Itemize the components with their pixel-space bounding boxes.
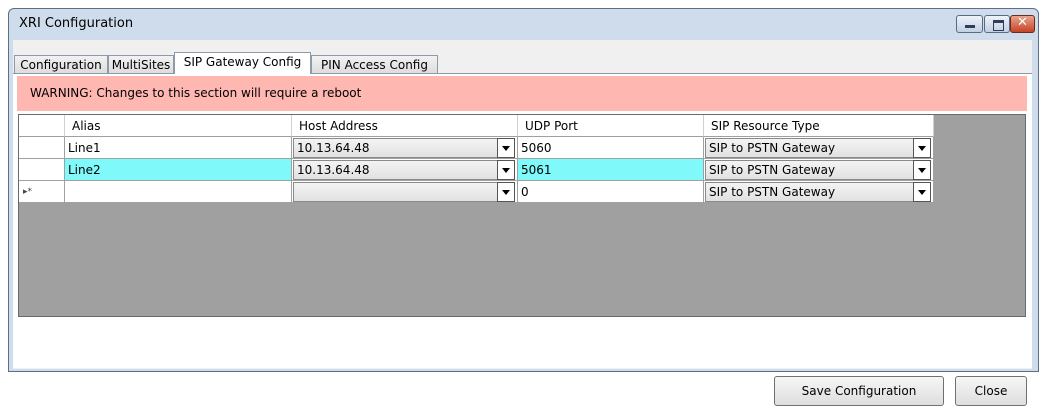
dropdown-arrow-icon[interactable] (913, 138, 931, 158)
tab-strip: Configuration MultiSites SIP Gateway Con… (13, 52, 1032, 74)
reboot-warning-banner: WARNING: Changes to this section will re… (17, 76, 1027, 111)
host-address-dropdown[interactable]: 10.13.64.48 (293, 138, 515, 158)
title-bar[interactable]: XRI Configuration ✕ (9, 9, 1038, 39)
alias-cell[interactable] (65, 181, 292, 203)
close-button[interactable]: Close (955, 376, 1027, 406)
host-address-cell[interactable]: 10.13.64.48 (292, 137, 518, 159)
dropdown-arrow-icon[interactable] (497, 182, 515, 202)
maximize-button[interactable] (984, 15, 1010, 33)
dropdown-arrow-icon[interactable] (913, 160, 931, 180)
host-address-dropdown[interactable] (293, 182, 515, 202)
dropdown-arrow-icon[interactable] (497, 138, 515, 158)
host-address-cell[interactable] (292, 181, 518, 203)
dropdown-arrow-icon[interactable] (913, 182, 931, 202)
tab-multisites[interactable]: MultiSites (108, 55, 174, 74)
dropdown-arrow-icon[interactable] (497, 160, 515, 180)
sip-resource-type-cell[interactable]: SIP to PSTN Gateway (704, 137, 934, 159)
column-header-sip-resource-type[interactable]: SIP Resource Type (704, 115, 934, 137)
minimize-button[interactable] (956, 15, 983, 33)
maximize-icon (993, 20, 1004, 31)
udp-port-cell[interactable]: 5061 (518, 159, 704, 181)
sip-resource-type-dropdown[interactable]: SIP to PSTN Gateway (705, 182, 931, 202)
sip-resource-type-cell[interactable]: SIP to PSTN Gateway (704, 181, 934, 203)
client-area: Configuration MultiSites SIP Gateway Con… (13, 40, 1032, 406)
sip-resource-type-value: SIP to PSTN Gateway (709, 185, 836, 199)
host-address-dropdown[interactable]: 10.13.64.48 (293, 160, 515, 180)
sip-resource-type-cell[interactable]: SIP to PSTN Gateway (704, 159, 934, 181)
host-address-value: 10.13.64.48 (297, 163, 370, 177)
save-configuration-button[interactable]: Save Configuration (774, 376, 944, 406)
host-address-value: 10.13.64.48 (297, 141, 370, 155)
gateway-grid: Alias Host Address UDP Port SIP Resource… (18, 114, 1026, 317)
window-title: XRI Configuration (19, 16, 134, 31)
column-header-alias[interactable]: Alias (65, 115, 292, 137)
new-row-header[interactable]: ▸* (19, 181, 65, 203)
grid-corner-header[interactable] (19, 115, 65, 137)
sip-resource-type-dropdown[interactable]: SIP to PSTN Gateway (705, 160, 931, 180)
tab-pin-access-config[interactable]: PIN Access Config (311, 55, 438, 74)
close-window-button[interactable]: ✕ (1010, 15, 1035, 33)
row-header[interactable] (19, 159, 65, 181)
udp-port-cell[interactable]: 0 (518, 181, 704, 203)
sip-gateway-panel: WARNING: Changes to this section will re… (13, 73, 1032, 406)
row-header[interactable] (19, 137, 65, 159)
column-header-udp-port[interactable]: UDP Port (518, 115, 704, 137)
host-address-cell[interactable]: 10.13.64.48 (292, 159, 518, 181)
column-header-host-address[interactable]: Host Address (292, 115, 518, 137)
close-icon: ✕ (1017, 15, 1028, 30)
sip-resource-type-value: SIP to PSTN Gateway (709, 141, 836, 155)
minimize-icon (965, 25, 975, 28)
alias-cell[interactable]: Line1 (65, 137, 292, 159)
sip-resource-type-dropdown[interactable]: SIP to PSTN Gateway (705, 138, 931, 158)
tab-sip-gateway-config[interactable]: SIP Gateway Config (174, 52, 311, 74)
tab-configuration[interactable]: Configuration (14, 55, 108, 74)
sip-resource-type-value: SIP to PSTN Gateway (709, 163, 836, 177)
alias-cell[interactable]: Line2 (65, 159, 292, 181)
xri-configuration-window: XRI Configuration ✕ Configuration MultiS… (8, 8, 1039, 406)
udp-port-cell[interactable]: 5060 (518, 137, 704, 159)
